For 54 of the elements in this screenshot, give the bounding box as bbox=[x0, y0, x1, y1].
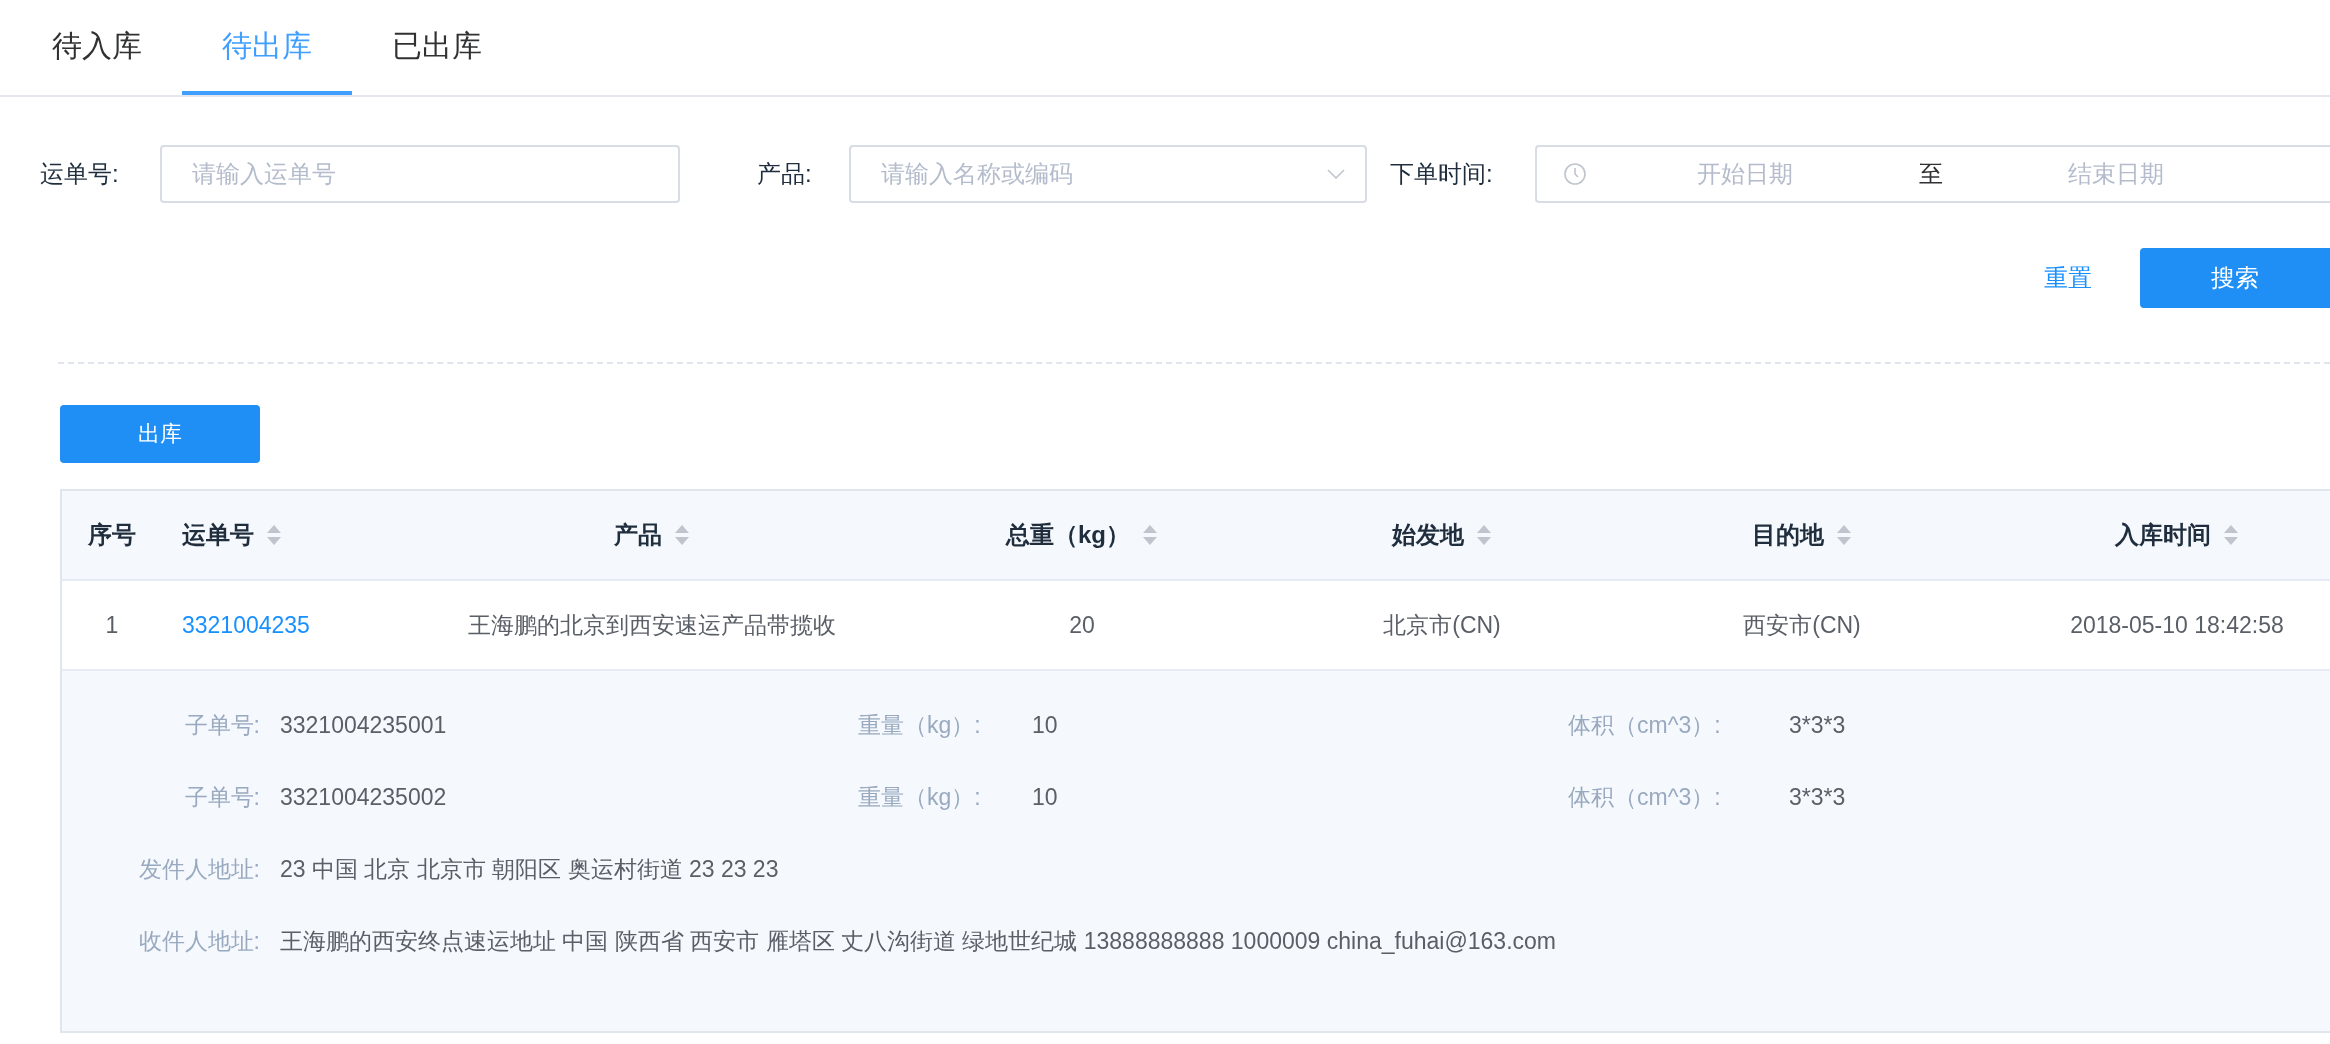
detail-label: 收件人地址: bbox=[138, 926, 260, 956]
start-date-input[interactable]: 开始日期 bbox=[1601, 160, 1889, 188]
field-label: 运单号: bbox=[40, 159, 120, 189]
detail-label: 发件人地址: bbox=[138, 854, 260, 884]
waybill-link[interactable]: 3321004235 bbox=[182, 611, 310, 639]
detail-value: 王海鹏的西安终点速运地址 中国 陕西省 西安市 雁塔区 丈八沟街道 绿地世纪城 13888888888 1000009 china_fuhai@163.com bbox=[280, 926, 1556, 956]
sort-icon[interactable] bbox=[1836, 524, 1852, 546]
table-cell: 2018-05-10 18:42:58 bbox=[2070, 611, 2284, 639]
outbound-button[interactable]: 出库 bbox=[60, 405, 260, 463]
detail-label: 重量（kg）: bbox=[858, 710, 981, 740]
tab[interactable]: 待出库 bbox=[182, 0, 352, 95]
detail-label: 重量（kg）: bbox=[858, 782, 981, 812]
detail-label: 体积（cm^3）: bbox=[1568, 710, 1721, 740]
end-date-input[interactable]: 结束日期 bbox=[1972, 160, 2260, 188]
detail-label: 子单号: bbox=[184, 782, 260, 812]
detail-value: 3*3*3 bbox=[1789, 711, 1846, 739]
table-cell: 20 bbox=[1069, 611, 1095, 639]
column-header: 运单号 bbox=[182, 520, 254, 550]
column-header: 序号 bbox=[88, 520, 136, 550]
product-input[interactable]: 请输入名称或编码 bbox=[881, 160, 1327, 188]
sort-icon[interactable] bbox=[674, 524, 690, 546]
sort-icon[interactable] bbox=[266, 524, 282, 546]
column-header: 产品 bbox=[614, 520, 662, 550]
detail-value: 3321004235001 bbox=[280, 711, 447, 739]
field-label: 下单时间: bbox=[1390, 159, 1494, 189]
tab[interactable]: 待入库 bbox=[12, 0, 182, 95]
column-header: 总重（kg） bbox=[1006, 520, 1130, 550]
table-cell-text: 西安市(CN) bbox=[1743, 610, 1861, 640]
chevron-down-icon bbox=[1327, 169, 1345, 179]
range-separator: 至 bbox=[1917, 159, 1944, 189]
product-select[interactable]: 请输入名称或编码 bbox=[849, 145, 1367, 203]
sort-icon[interactable] bbox=[2223, 524, 2239, 546]
reset-button[interactable]: 重置 bbox=[2034, 254, 2102, 302]
search-button[interactable]: 搜索 bbox=[2140, 248, 2330, 308]
table-cell-text: 王海鹏的北京到西安速运产品带揽收 bbox=[468, 610, 836, 640]
detail-value: 10 bbox=[1032, 711, 1058, 739]
detail-label: 体积（cm^3）: bbox=[1568, 782, 1721, 812]
detail-value: 3*3*3 bbox=[1789, 783, 1846, 811]
table-cell-text: 北京市(CN) bbox=[1383, 610, 1501, 640]
sort-icon[interactable] bbox=[1476, 524, 1492, 546]
column-header: 目的地 bbox=[1752, 520, 1824, 550]
date-range-field[interactable]: 开始日期 至 结束日期 bbox=[1535, 145, 2330, 203]
sort-icon[interactable] bbox=[1142, 524, 1158, 546]
field-label: 产品: bbox=[757, 159, 813, 189]
tab[interactable]: 已出库 bbox=[352, 0, 522, 95]
column-header: 入库时间 bbox=[2115, 520, 2211, 550]
column-header: 始发地 bbox=[1392, 520, 1464, 550]
detail-value: 10 bbox=[1032, 783, 1058, 811]
waybill-input[interactable]: 请输入运单号 bbox=[160, 145, 680, 203]
clock-icon bbox=[1563, 162, 1587, 186]
table-cell: 1 bbox=[105, 611, 119, 639]
detail-value: 3321004235002 bbox=[280, 783, 447, 811]
detail-label: 子单号: bbox=[184, 710, 260, 740]
detail-value: 23 中国 北京 北京市 朝阳区 奥运村街道 23 23 23 bbox=[280, 854, 779, 884]
